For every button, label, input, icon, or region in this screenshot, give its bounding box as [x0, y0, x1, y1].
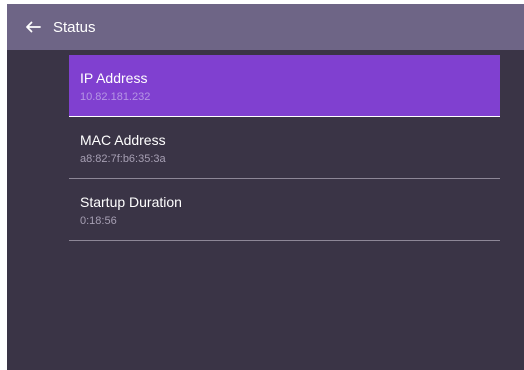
status-screen: Status IP Address 10.82.181.232 MAC Addr… [7, 4, 524, 370]
header-bar: Status [7, 4, 524, 50]
status-list: IP Address 10.82.181.232 MAC Address a8:… [69, 55, 500, 241]
item-label: Startup Duration [80, 194, 182, 210]
arrow-left-icon [26, 21, 41, 33]
list-item-mac-address[interactable]: MAC Address a8:82:7f:b6:35:3a [69, 117, 500, 179]
page-title: Status [53, 18, 96, 36]
item-value: a8:82:7f:b6:35:3a [80, 153, 166, 165]
item-label: IP Address [80, 70, 148, 86]
list-item-startup-duration[interactable]: Startup Duration 0:18:56 [69, 179, 500, 241]
list-item-ip-address[interactable]: IP Address 10.82.181.232 [69, 55, 500, 117]
item-value: 0:18:56 [80, 215, 117, 227]
back-button[interactable] [19, 13, 47, 41]
item-value: 10.82.181.232 [80, 91, 151, 103]
item-label: MAC Address [80, 132, 166, 148]
